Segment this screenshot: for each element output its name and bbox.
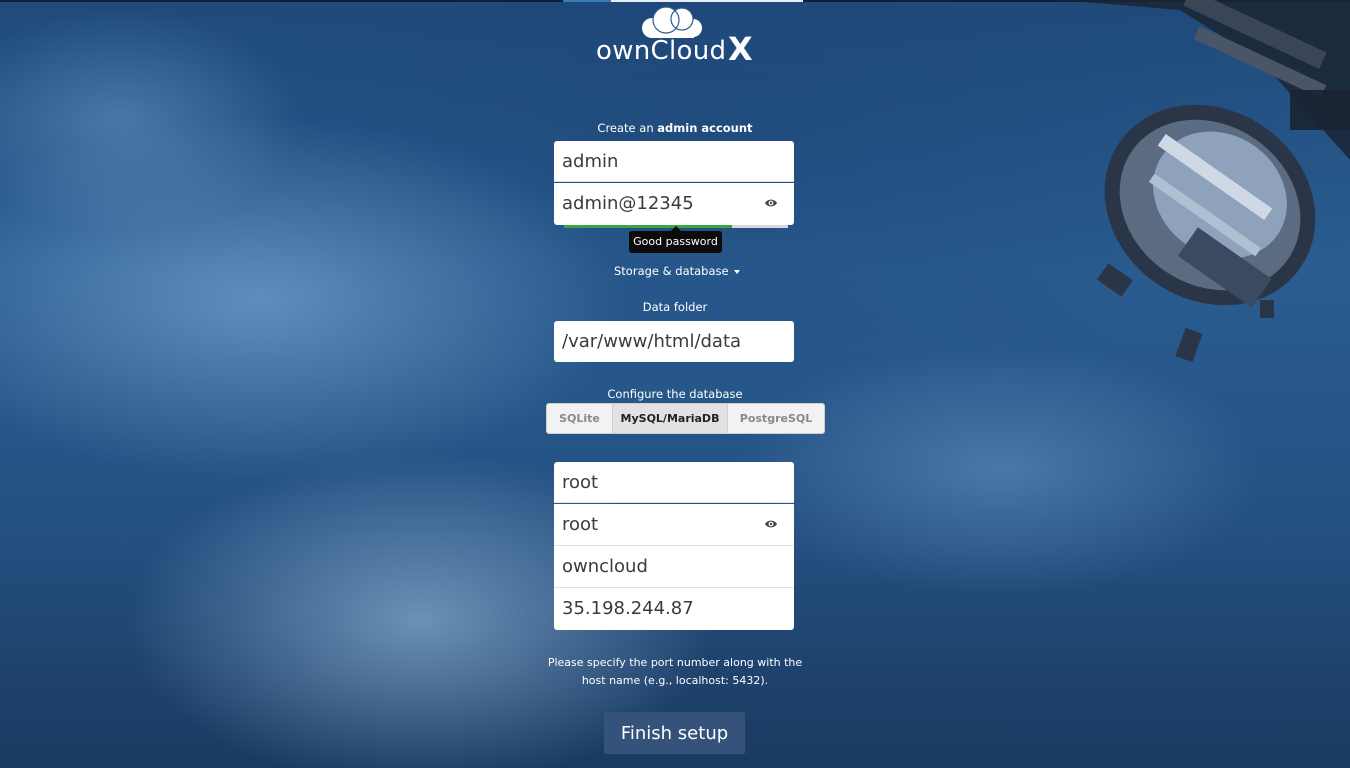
logo-mark: X: [728, 30, 753, 68]
database-password-field[interactable]: root: [554, 504, 794, 546]
tab-sqlite[interactable]: SQLite: [546, 403, 613, 434]
database-user-field[interactable]: root: [554, 462, 794, 503]
show-password-icon[interactable]: [764, 518, 778, 530]
tab-mysql-mariadb[interactable]: MySQL/MariaDB: [613, 403, 728, 434]
storage-database-toggle[interactable]: Storage & database: [614, 264, 740, 278]
satellite-illustration: [1060, 0, 1350, 363]
database-name-field[interactable]: owncloud: [554, 546, 794, 588]
database-host-value: 35.198.244.87: [562, 598, 694, 619]
database-user-value: root: [562, 472, 599, 493]
data-folder-label: Data folder: [642, 300, 708, 314]
admin-username-value: admin: [562, 151, 619, 172]
database-name-value: owncloud: [562, 556, 648, 577]
database-host-field[interactable]: 35.198.244.87: [554, 588, 794, 630]
configure-database-label: Configure the database: [607, 387, 743, 401]
data-folder-value: /var/www/html/data: [562, 331, 742, 352]
port-hint: Please specify the port number along wit…: [547, 656, 803, 687]
cloud-icon: [642, 6, 702, 38]
database-password-value: root: [562, 514, 599, 535]
owncloud-logo: ownCloud X: [590, 6, 760, 70]
data-folder-field[interactable]: /var/www/html/data: [554, 321, 794, 362]
admin-password-field[interactable]: admin@12345: [554, 183, 794, 225]
tab-postgresql[interactable]: PostgreSQL: [728, 403, 825, 434]
storage-database-label: Storage & database: [614, 264, 729, 278]
show-password-icon[interactable]: [764, 197, 778, 209]
database-type-selector: SQLite MySQL/MariaDB PostgreSQL: [546, 403, 825, 434]
caret-down-icon: [733, 269, 740, 274]
password-strength-fill: [564, 225, 732, 228]
logo-wordmark: ownCloud: [596, 36, 727, 66]
admin-username-field[interactable]: admin: [554, 141, 794, 182]
password-strength-tooltip: Good password: [629, 226, 722, 253]
finish-setup-button[interactable]: Finish setup: [604, 712, 745, 754]
admin-password-value: admin@12345: [562, 193, 694, 214]
admin-account-heading: Create an admin account: [597, 121, 753, 135]
